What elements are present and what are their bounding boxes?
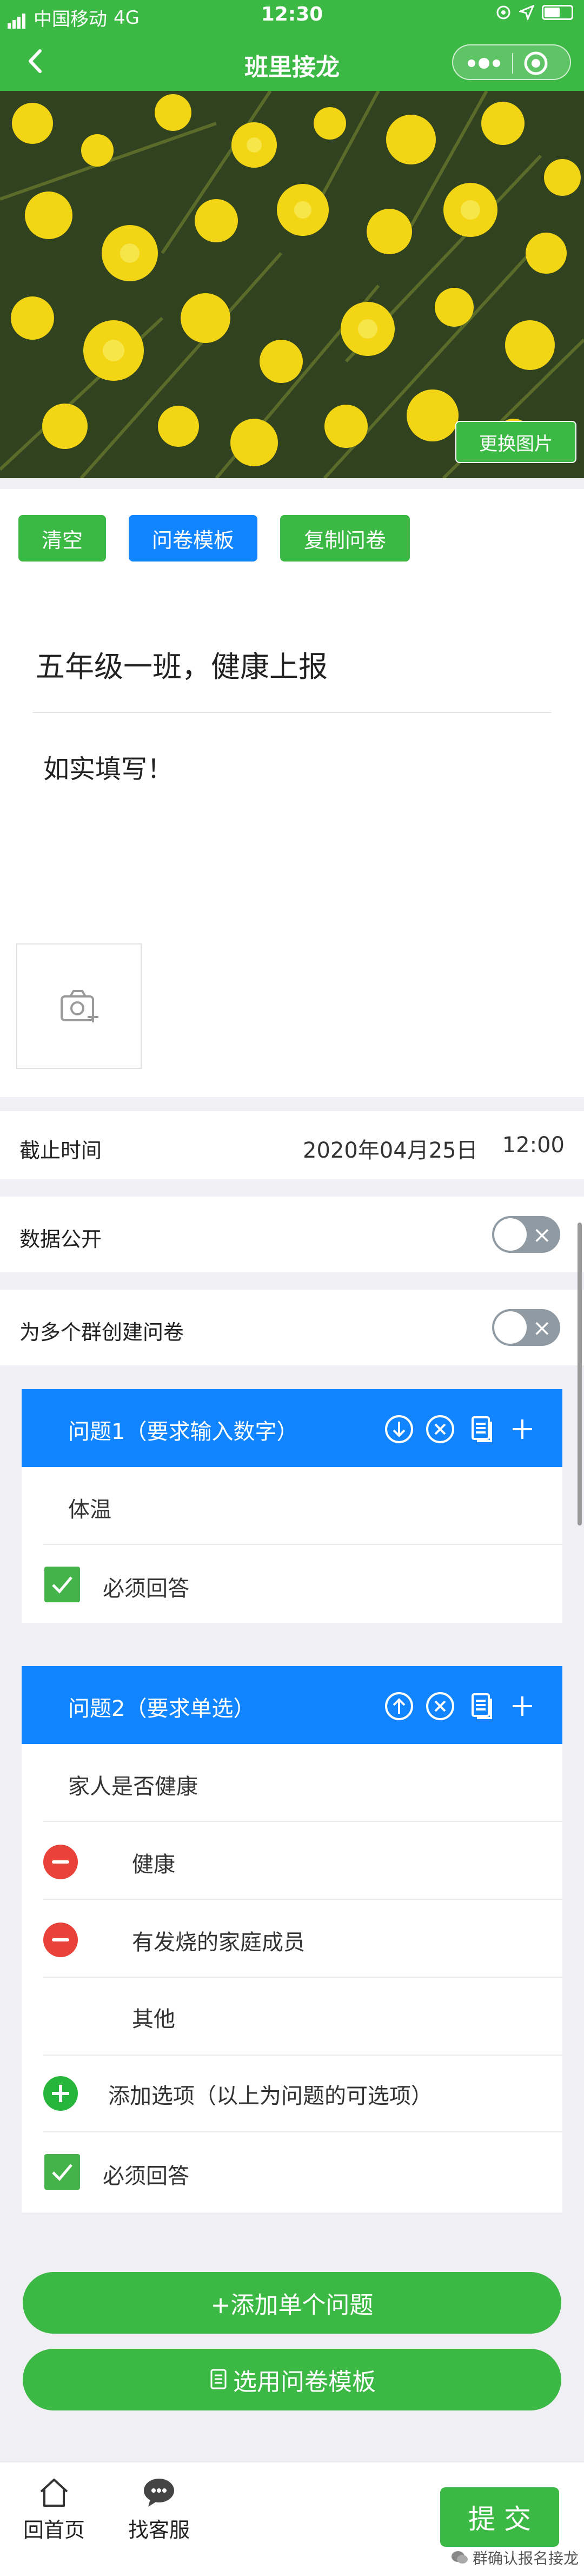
public-data-toggle[interactable]: × xyxy=(492,1216,560,1253)
add-question-icon[interactable] xyxy=(507,1691,537,1721)
wechat-logo-icon xyxy=(451,2551,468,2564)
navigation-arrow-icon xyxy=(519,5,534,20)
use-template-label: 选用问卷模板 xyxy=(233,2368,376,2396)
survey-template-button[interactable]: 问卷模板 xyxy=(129,515,257,562)
chat-bubble-icon xyxy=(144,2479,174,2507)
remove-option-icon[interactable] xyxy=(43,1845,78,1879)
copy-question-icon[interactable] xyxy=(466,1691,496,1721)
tab-customer-service-label: 找客服 xyxy=(128,2518,190,2542)
bottom-tab-bar: 回首页 找客服 提 交 群确认报名接龙 xyxy=(0,2461,584,2576)
checkmark-icon xyxy=(52,1576,72,1594)
delete-question-icon[interactable] xyxy=(425,1691,455,1721)
remove-option-icon[interactable] xyxy=(43,1923,78,1957)
deadline-label: 截止时间 xyxy=(19,1139,102,1162)
question-2-body: 家人是否健康 健康 有发烧的家庭成员 其他 添加选项（以上为问题的可选项） 必须… xyxy=(22,1744,562,2212)
copy-survey-button[interactable]: 复制问卷 xyxy=(280,515,410,562)
public-data-label: 数据公开 xyxy=(19,1227,102,1251)
add-question-icon[interactable] xyxy=(507,1414,537,1444)
scrollbar[interactable] xyxy=(578,1223,582,1525)
survey-toolbar: 清空 问卷模板 复制问卷 xyxy=(0,489,584,581)
question-2-title: 问题2（要求单选） xyxy=(68,1696,255,1721)
question-1-text[interactable]: 体温 xyxy=(68,1492,111,1523)
deadline-date[interactable]: 2020年04月25日 xyxy=(303,1133,478,1164)
question-2-text[interactable]: 家人是否健康 xyxy=(68,1769,198,1800)
question-2-header: 问题2（要求单选） xyxy=(22,1666,562,1744)
question-1-title: 问题1（要求输入数字） xyxy=(68,1419,298,1444)
option-3-text[interactable]: 其他 xyxy=(132,2002,175,2033)
deadline-time[interactable]: 12:00 xyxy=(502,1133,565,1158)
question-1-body: 体温 必须回答 xyxy=(22,1467,562,1623)
battery-icon xyxy=(542,5,573,20)
tab-home-label: 回首页 xyxy=(23,2518,85,2542)
status-bar: 中国移动 4G 12:30 xyxy=(0,0,584,32)
question-2-required-checkbox[interactable] xyxy=(44,2154,80,2190)
close-capsule-icon[interactable] xyxy=(522,50,549,77)
multi-group-row: 为多个群创建问卷 × xyxy=(0,1290,584,1365)
move-up-icon[interactable] xyxy=(384,1691,414,1721)
watermark-text: 群确认报名接龙 xyxy=(472,2549,579,2567)
question-1-header: 问题1（要求输入数字） xyxy=(22,1389,562,1467)
checkmark-icon xyxy=(52,2164,72,2181)
clear-button[interactable]: 清空 xyxy=(18,515,106,562)
survey-info-card: 五年级一班，健康上报 如实填写！ xyxy=(0,569,584,1097)
question-2-required-label: 必须回答 xyxy=(103,2164,189,2189)
add-option-label[interactable]: 添加选项（以上为问题的可选项） xyxy=(108,2078,433,2110)
tab-home[interactable]: 回首页 xyxy=(5,2476,103,2543)
survey-title-input[interactable]: 五年级一班，健康上报 xyxy=(36,643,328,685)
change-image-button[interactable]: 更换图片 xyxy=(455,421,576,463)
delete-question-icon[interactable] xyxy=(425,1414,455,1444)
camera-add-icon xyxy=(61,990,98,1022)
submit-button[interactable]: 提 交 xyxy=(440,2487,559,2547)
multi-group-label: 为多个群创建问卷 xyxy=(19,1320,184,1344)
add-option-icon[interactable] xyxy=(43,2076,78,2111)
nav-bar: 班里接龙 xyxy=(0,32,584,91)
use-template-button[interactable]: 选用问卷模板 xyxy=(23,2349,561,2410)
deadline-row[interactable]: 截止时间 2020年04月25日 12:00 xyxy=(0,1111,584,1179)
multi-group-toggle[interactable]: × xyxy=(492,1309,560,1346)
move-down-icon[interactable] xyxy=(384,1414,414,1444)
more-icon[interactable] xyxy=(464,56,504,70)
question-1-required-label: 必须回答 xyxy=(103,1576,189,1601)
mini-program-capsule xyxy=(452,44,571,80)
public-data-row: 数据公开 × xyxy=(0,1197,584,1272)
home-icon xyxy=(40,2479,68,2507)
copy-question-icon[interactable] xyxy=(466,1414,496,1444)
option-1-text[interactable]: 健康 xyxy=(132,1847,175,1878)
location-icon xyxy=(496,5,510,19)
add-photo-button[interactable] xyxy=(16,943,142,1069)
watermark: 群确认报名接龙 xyxy=(451,2547,579,2568)
document-icon xyxy=(210,2369,227,2389)
cover-image: 更换图片 xyxy=(0,91,584,478)
survey-description-input[interactable]: 如实填写！ xyxy=(43,748,173,785)
add-single-question-button[interactable]: +添加单个问题 xyxy=(23,2272,561,2334)
question-1-required-checkbox[interactable] xyxy=(44,1567,80,1602)
tab-customer-service[interactable]: 找客服 xyxy=(110,2476,208,2543)
option-2-text[interactable]: 有发烧的家庭成员 xyxy=(132,1925,305,1956)
